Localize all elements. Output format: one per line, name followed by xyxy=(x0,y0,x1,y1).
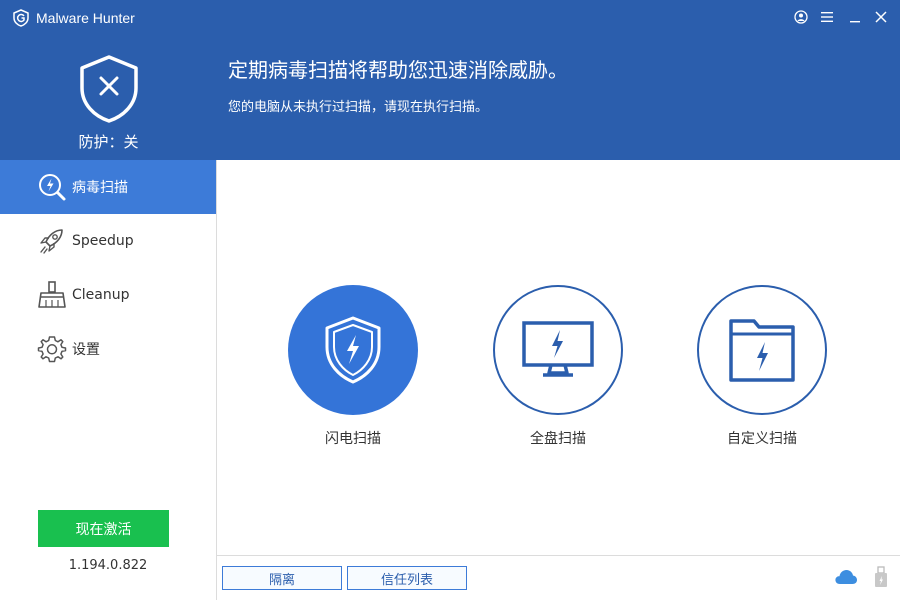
minimize-icon xyxy=(850,21,860,23)
broom-icon xyxy=(36,279,68,311)
sidebar-item-label: 病毒扫描 xyxy=(72,180,128,196)
monitor-bolt-icon xyxy=(522,321,594,377)
sidebar-item-settings[interactable]: 设置 xyxy=(0,322,216,376)
sidebar-item-cleanup[interactable]: Cleanup xyxy=(0,268,216,322)
user-account-button[interactable] xyxy=(792,8,810,26)
sidebar-item-label: Cleanup xyxy=(72,287,130,303)
scan-options-panel: 闪电扫描 全盘扫描 自定义扫描 xyxy=(217,160,900,555)
gear-icon xyxy=(36,333,68,365)
sidebar-item-virus-scan[interactable]: 病毒扫描 xyxy=(0,160,216,214)
header: Malware Hunter 防护：关 定期病毒扫描将帮助您迅速消除威胁。 您的… xyxy=(0,0,900,160)
app-title: Malware Hunter xyxy=(36,10,135,26)
user-icon xyxy=(794,10,808,24)
scan-option-label: 全盘扫描 xyxy=(530,431,586,447)
shield-x-icon xyxy=(80,55,138,123)
usb-icon[interactable] xyxy=(874,566,888,588)
sidebar-item-speedup[interactable]: Speedup xyxy=(0,214,216,268)
shield-bolt-icon xyxy=(325,316,381,384)
quarantine-button[interactable]: 隔离 xyxy=(222,566,342,590)
version-label: 1.194.0.822 xyxy=(68,558,148,573)
trust-list-button[interactable]: 信任列表 xyxy=(347,566,467,590)
protection-status: 防护：关 xyxy=(78,133,139,151)
custom-scan-option[interactable]: 自定义扫描 xyxy=(696,285,828,449)
custom-scan-button[interactable] xyxy=(697,285,827,415)
menu-button[interactable] xyxy=(818,8,836,26)
sidebar: 病毒扫描 Speedup Cleanup 设置 现在激活 1.194.0.822 xyxy=(0,160,217,600)
folder-bolt-icon xyxy=(729,319,795,382)
scan-option-label: 闪电扫描 xyxy=(325,431,381,447)
cloud-icon[interactable] xyxy=(834,568,858,586)
quick-scan-option[interactable]: 闪电扫描 xyxy=(287,285,419,449)
minimize-button[interactable] xyxy=(846,8,864,26)
activate-now-button[interactable]: 现在激活 xyxy=(38,510,169,547)
sidebar-item-label: Speedup xyxy=(72,233,134,249)
hamburger-icon xyxy=(821,12,833,22)
footer: 隔离 信任列表 xyxy=(217,555,900,600)
close-icon xyxy=(875,11,887,23)
scan-icon xyxy=(36,171,68,203)
sidebar-item-label: 设置 xyxy=(72,342,100,358)
app-logo-icon xyxy=(13,9,29,27)
headline: 定期病毒扫描将帮助您迅速消除威胁。 xyxy=(228,58,568,82)
rocket-icon xyxy=(36,225,68,257)
full-scan-option[interactable]: 全盘扫描 xyxy=(492,285,624,449)
quick-scan-button[interactable] xyxy=(288,285,418,415)
close-button[interactable] xyxy=(872,8,890,26)
full-scan-button[interactable] xyxy=(493,285,623,415)
scan-option-label: 自定义扫描 xyxy=(727,431,797,447)
subline: 您的电脑从未执行过扫描，请现在执行扫描。 xyxy=(228,100,489,115)
